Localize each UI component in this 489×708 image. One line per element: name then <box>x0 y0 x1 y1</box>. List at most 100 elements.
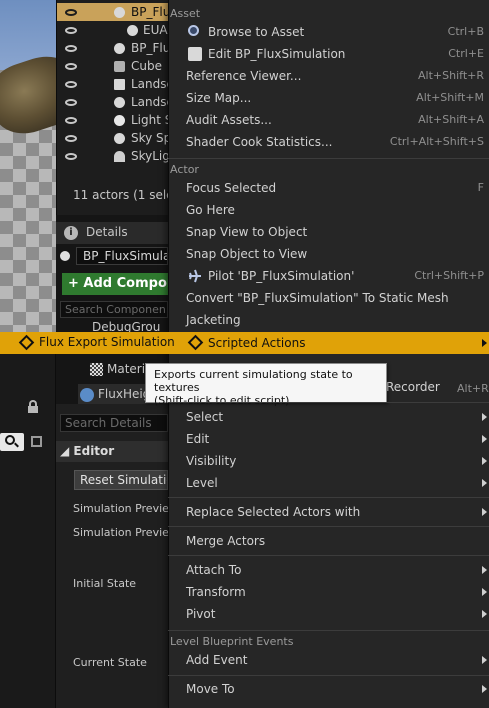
menu-item-shortcut: Alt+Shift+M <box>416 91 484 104</box>
menu-divider <box>168 630 489 631</box>
menu-item-move-to[interactable]: Move To <box>168 678 489 700</box>
menu-item-pilot[interactable]: Pilot 'BP_FluxSimulation' Ctrl+Shift+P <box>168 265 489 287</box>
submenu-arrow-icon <box>482 656 487 664</box>
menu-item-label: Go Here <box>186 203 235 217</box>
menu-divider <box>168 497 489 498</box>
menu-item-visibility[interactable]: Visibility <box>168 450 489 472</box>
menu-item-snap-view-to-object[interactable]: Snap View to Object <box>168 221 489 243</box>
menu-item-focus-selected[interactable]: Focus Selected F <box>168 177 489 199</box>
menu-divider <box>168 158 489 159</box>
visibility-eye-icon[interactable] <box>65 26 77 34</box>
lock-icon[interactable] <box>28 400 38 413</box>
reset-simulation-button[interactable]: Reset Simulation <box>74 470 168 490</box>
menu-item-size-map[interactable]: Size Map... Alt+Shift+M <box>168 87 489 109</box>
search-details-input[interactable]: Search Details <box>60 414 168 432</box>
section-header-actor: Actor <box>170 163 199 176</box>
visibility-eye-icon[interactable] <box>65 116 77 124</box>
outliner-row[interactable]: BP_Flu <box>57 39 170 57</box>
menu-item-label: Browse to Asset <box>208 25 305 39</box>
menu-item-shortcut: Ctrl+Shift+P <box>414 269 484 282</box>
menu-divider <box>168 402 489 403</box>
component-label: FluxHeig <box>98 387 151 401</box>
property-label: Current State <box>73 656 147 669</box>
menu-item-reference-viewer[interactable]: Reference Viewer... Alt+Shift+R <box>168 65 489 87</box>
submenu-arrow-icon <box>482 479 487 487</box>
outliner-row[interactable]: Sky Sp <box>57 129 171 147</box>
submenu-arrow-icon <box>482 413 487 421</box>
menu-item-merge-actors[interactable]: Merge Actors <box>168 530 489 552</box>
menu-item-label: Edit BP_FluxSimulation <box>208 47 346 61</box>
tooltip-text: Exports current simulationg state to tex… <box>154 368 353 394</box>
submenu-arrow-icon <box>482 566 487 574</box>
menu-item-edit-blueprint[interactable]: Edit BP_FluxSimulation Ctrl+E <box>168 43 489 65</box>
actor-name-field[interactable]: BP_FluxSimula <box>76 247 168 265</box>
menu-item-shortcut: Ctrl+E <box>448 47 484 60</box>
menu-item-convert-to-static-mesh[interactable]: Convert "BP_FluxSimulation" To Static Me… <box>168 287 489 309</box>
tooltip: Exports current simulationg state to tex… <box>145 363 387 407</box>
menu-item-label: Jacketing <box>186 313 241 327</box>
menu-item-attach-to[interactable]: Attach To <box>168 559 489 581</box>
visibility-eye-icon[interactable] <box>65 8 77 16</box>
submenu-arrow-icon <box>482 435 487 443</box>
menu-item-jacketing[interactable]: Jacketing <box>168 309 489 331</box>
menu-item-transform[interactable]: Transform <box>168 581 489 603</box>
sky-light-icon <box>114 151 125 162</box>
menu-item-browse-to-asset[interactable]: Browse to Asset Ctrl+B <box>168 21 489 43</box>
outliner-row-label: EUA <box>143 23 168 37</box>
outliner-row-label: Cube <box>131 59 162 73</box>
menu-divider <box>168 526 489 527</box>
search-components-input[interactable]: Search Componen <box>60 301 168 318</box>
outliner-row-label: Landsc <box>131 77 174 91</box>
menu-item-edit[interactable]: Edit <box>168 428 489 450</box>
level-viewport[interactable] <box>0 0 56 335</box>
menu-item-label: Add Event <box>186 653 248 667</box>
visibility-eye-icon[interactable] <box>65 98 77 106</box>
visibility-eye-icon[interactable] <box>65 62 77 70</box>
visibility-eye-icon[interactable] <box>65 134 77 142</box>
menu-item-label: Pilot 'BP_FluxSimulation' <box>208 269 355 283</box>
outliner-row[interactable]: EUA <box>57 21 169 39</box>
outliner-row[interactable]: Landsc <box>57 93 173 111</box>
menu-item-label: Merge Actors <box>186 534 266 548</box>
submenu-arrow-icon <box>482 457 487 465</box>
visibility-eye-icon[interactable] <box>65 44 77 52</box>
property-label: Simulation Preview <box>73 502 168 515</box>
submenu-item-flux-export-simulation[interactable]: Flux Export Simulation <box>0 332 175 354</box>
landscape-icon <box>114 97 125 108</box>
edit-icon <box>188 47 202 61</box>
menu-item-snap-object-to-view[interactable]: Snap Object to View <box>168 243 489 265</box>
tab-details-label: Details <box>86 225 128 239</box>
menu-item-level[interactable]: Level <box>168 472 489 494</box>
tab-details[interactable]: i Details <box>56 222 168 244</box>
outliner-row[interactable]: SkyLig <box>57 147 170 165</box>
submenu-arrow-icon <box>482 339 487 347</box>
info-icon: i <box>64 226 78 240</box>
menu-item-replace-selected-actors[interactable]: Replace Selected Actors with <box>168 501 489 523</box>
menu-item-shader-cook-statistics[interactable]: Shader Cook Statistics... Ctrl+Alt+Shift… <box>168 131 489 153</box>
outliner-row-label: Light S <box>131 113 173 127</box>
static-mesh-icon <box>114 61 125 72</box>
menu-item-select[interactable]: Select <box>168 406 489 428</box>
outliner-row[interactable]: Cube <box>57 57 169 75</box>
menu-item-pivot[interactable]: Pivot <box>168 603 489 625</box>
editor-category-label: Editor <box>73 444 115 458</box>
save-icon[interactable] <box>31 436 42 447</box>
browse-icon <box>188 25 199 36</box>
outliner-row[interactable]: Landsc <box>57 75 173 93</box>
outliner-row-label: Landsc <box>131 95 174 109</box>
menu-item-audit-assets[interactable]: Audit Assets... Alt+Shift+A <box>168 109 489 131</box>
outliner-row[interactable]: BP_Flu <box>57 3 170 21</box>
menu-item-add-event[interactable]: Add Event <box>168 649 489 671</box>
visibility-eye-icon[interactable] <box>65 152 77 160</box>
menu-item-scripted-actions[interactable]: Scripted Actions <box>168 332 489 354</box>
outliner-row[interactable]: Light S <box>57 111 173 129</box>
editor-category-header[interactable]: ◢ Editor <box>56 441 168 462</box>
menu-item-label: Transform <box>186 585 246 599</box>
menu-item-go-here[interactable]: Go Here <box>168 199 489 221</box>
light-icon <box>114 115 125 126</box>
component-icon <box>80 387 94 402</box>
search-button[interactable] <box>0 433 24 451</box>
add-component-button[interactable]: + Add Compon <box>62 273 168 295</box>
visibility-eye-icon[interactable] <box>65 80 77 88</box>
menu-item-recorder[interactable]: Recorder <box>386 380 440 394</box>
